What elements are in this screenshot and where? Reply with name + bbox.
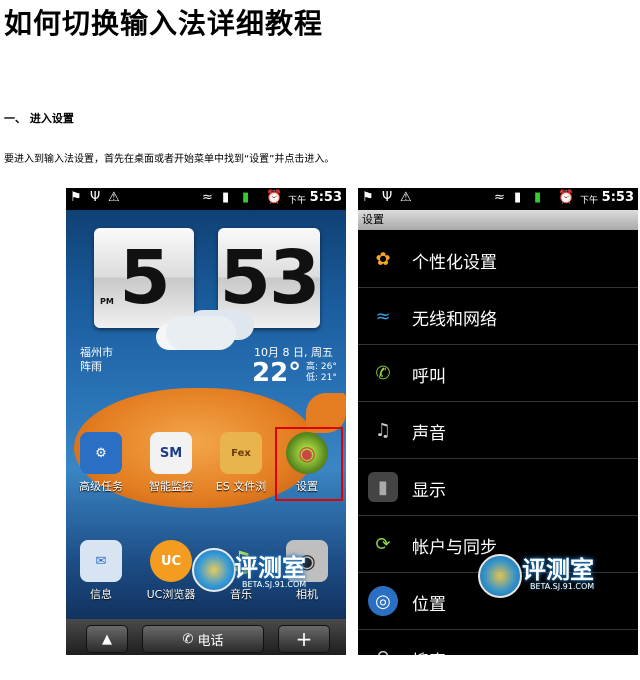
warning-icon: ⚠ [108,190,120,205]
settings-item-display[interactable]: ▮ 显示 [358,460,638,516]
settings-item-label: 无线和网络 [412,310,497,330]
phone-icon: ✆ [182,631,198,647]
status-time: 5:53 [309,190,342,205]
settings-item-call[interactable]: ✆ 呼叫 [358,346,638,402]
dock-call-label: 电话 [197,633,224,649]
weather-cloud-icon [166,316,236,350]
settings-item-personalize[interactable]: ✿ 个性化设置 [358,232,638,288]
settings-item-label: 个性化设置 [412,253,497,273]
phone-icon: ✆ [375,362,391,384]
watermark-text: 评测室 [522,556,594,584]
wifi-icon: ≈ [202,190,213,205]
watermark-text: 评测室 [234,554,306,582]
settings-item-label: 显示 [412,481,446,501]
app-label: UC浏览器 [146,588,196,601]
ampm-label: 下午 [288,196,307,206]
plus-icon: + [295,627,313,651]
status-bar: ⚑ Ψ ⚠ ≈ ▮ ▮ ⏰ 下午 5:53 [66,188,346,210]
wireless-icon: ≈ [375,305,391,327]
dock-add-button[interactable]: + [278,625,330,653]
app-label: ES 文件浏 [215,480,267,493]
weather-temp: 22° [252,358,302,388]
battery-icon: ▮ [242,190,250,205]
alarm-icon: ⏰ [558,190,575,205]
temp-low: 低: 21° [306,373,337,383]
wifi-icon: ≈ [494,190,505,205]
city-name: 福州市 [80,346,113,359]
settings-item-wireless[interactable]: ≈ 无线和网络 [358,289,638,345]
settings-screenshot: ⚑ Ψ ⚠ ≈ ▮ ▮ ⏰ 下午 5:53 设置 ✿ 个性化设置 ≈ 无线和网络… [358,188,638,655]
settings-item-label: 声音 [412,424,446,444]
app-label: 高级任务 [79,480,123,493]
app-smart-monitor[interactable]: SM 智能监控 [138,432,204,494]
search-icon: ⚲ [368,643,398,656]
usb-icon: Ψ [382,190,393,205]
browser-icon: UC [150,540,192,582]
chevron-up-icon: ▲ [102,631,112,647]
usb-icon: Ψ [90,190,101,205]
app-messages[interactable]: ✉ 信息 [68,540,134,602]
clock-hour: 5 [119,235,171,321]
settings-item-label: 搜索 [412,647,446,655]
page-title: 如何切换输入法详细教程 [4,7,324,40]
signal-icon: ▮ [514,190,522,205]
battery-icon: ▮ [534,190,542,205]
settings-header: 设置 [358,210,638,230]
clock-hour-card: 5 PM [94,228,194,328]
app-advanced-task[interactable]: ⚙ 高级任务 [68,432,134,494]
app-label: 智能监控 [149,480,193,493]
status-bar: ⚑ Ψ ⚠ ≈ ▮ ▮ ⏰ 下午 5:53 [358,188,638,210]
alarm-icon: ⏰ [266,190,283,205]
clock-minute-card: 53 [218,228,320,328]
sync-icon: ⟳ [375,533,391,555]
temp-high: 高: 26° [306,362,337,372]
dock-bar: ▲ ✆ 电话 + [66,619,346,655]
settings-item-sound[interactable]: ♫ 声音 [358,403,638,459]
dock-phone-button[interactable]: ✆ 电话 [142,625,264,653]
watermark-logo [192,548,236,592]
clock-pm: PM [100,297,114,306]
location-icon: ◎ [368,586,398,616]
dock-up-button[interactable]: ▲ [86,625,128,653]
speaker-icon: ♫ [374,419,392,441]
section-heading: 一、 进入设置 [4,112,74,125]
signal-icon: ▮ [222,190,230,205]
notification-icon: ⚑ [70,190,82,205]
settings-highlight-box [275,427,343,501]
weather-high-low: 高: 26° 低: 21° [306,362,337,384]
intro-paragraph: 要进入到输入法设置，首先在桌面或者开始菜单中找到“设置”并点击进入。 [4,154,335,165]
watermark-logo [478,554,522,598]
home-screen-screenshot: ⚑ Ψ ⚠ ≈ ▮ ▮ ⏰ 下午 5:53 5 PM 53 福州市 阵雨 10月… [66,188,346,655]
app-label: 信息 [90,588,112,601]
weather-condition: 阵雨 [80,360,102,373]
watermark-sub: BETA.SJ.91.COM [530,582,595,591]
ampm-label: 下午 [580,196,599,206]
display-icon: ▮ [368,472,398,502]
message-icon: ✉ [80,540,122,582]
status-time: 5:53 [601,190,634,205]
personalize-icon: ✿ [375,248,391,270]
app-es-file-explorer[interactable]: Fex ES 文件浏 [208,432,274,494]
folder-icon: Fex [220,432,262,474]
notification-icon: ⚑ [362,190,374,205]
watermark-sub: BETA.SJ.91.COM [242,580,307,589]
settings-item-label: 帐户与同步 [412,538,497,558]
task-manager-icon: ⚙ [80,432,122,474]
warning-icon: ⚠ [400,190,412,205]
monitor-icon: SM [150,432,192,474]
settings-item-label: 位置 [412,595,446,615]
settings-item-label: 呼叫 [412,367,446,387]
weather-location: 福州市 阵雨 [80,346,113,374]
clock-minute: 53 [219,235,321,321]
settings-item-search[interactable]: ⚲ 搜索 [358,631,638,656]
